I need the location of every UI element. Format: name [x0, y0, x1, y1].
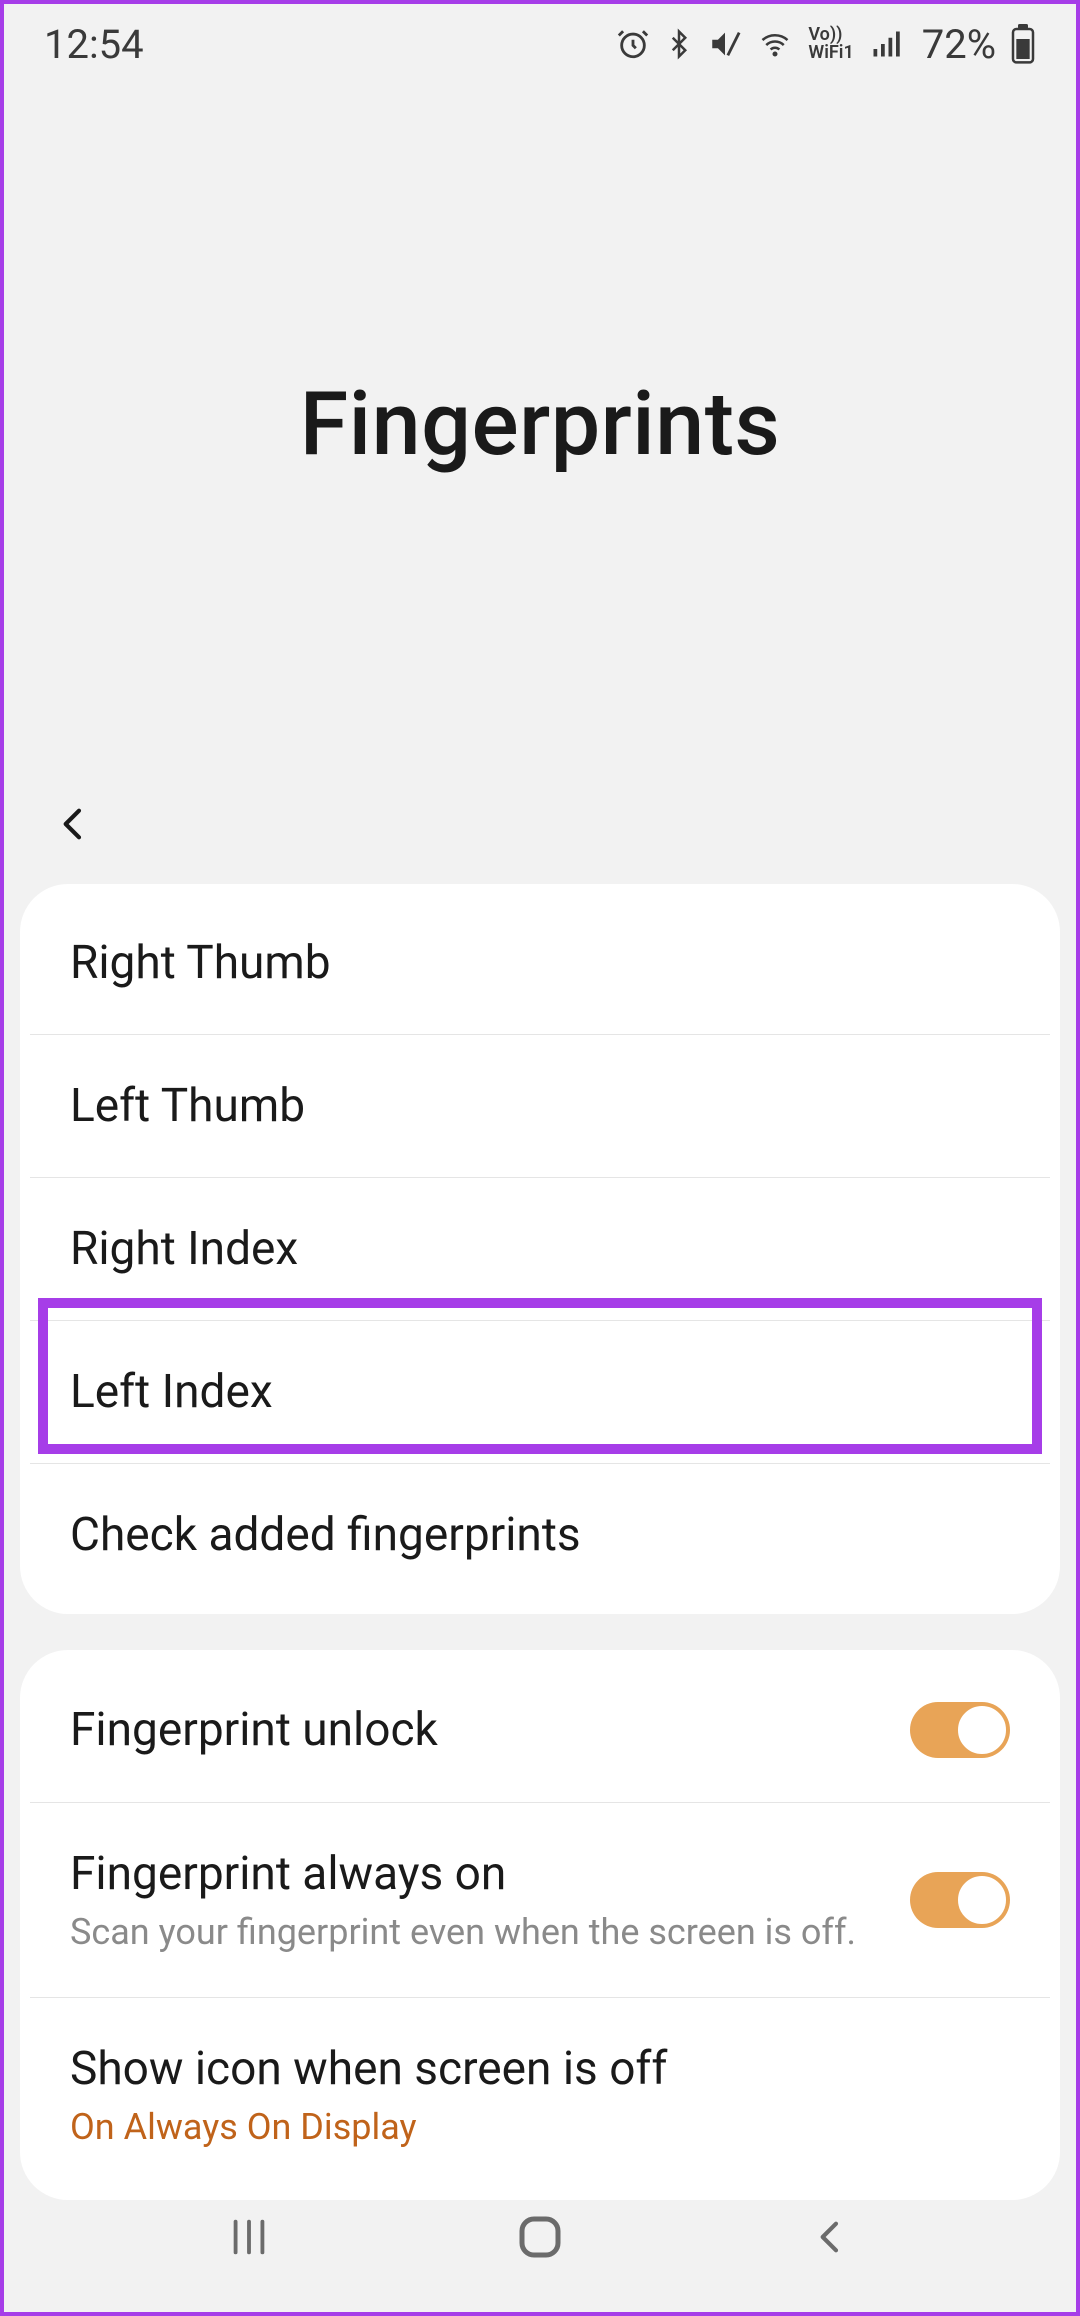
- toggle-always-on[interactable]: [910, 1872, 1010, 1928]
- wifi-icon: [756, 29, 794, 59]
- setting-label: Fingerprint always on: [70, 1847, 856, 1901]
- signal-icon: [868, 29, 904, 59]
- fingerprint-item[interactable]: Left Index: [30, 1320, 1050, 1463]
- home-button[interactable]: [500, 2197, 580, 2277]
- toolbar: [4, 764, 1076, 884]
- fingerprint-item[interactable]: Right Thumb: [20, 884, 1060, 1034]
- fingerprint-label: Left Index: [70, 1365, 273, 1419]
- vowifi-icon: Vo))WiFi1: [808, 26, 853, 62]
- fingerprints-card: Right Thumb Left Thumb Right Index Left …: [20, 884, 1060, 1614]
- back-button[interactable]: [44, 794, 104, 854]
- fingerprint-label: Right Index: [70, 1222, 298, 1276]
- setting-label: Show icon when screen is off: [70, 2042, 667, 2096]
- status-right: Vo))WiFi1 72%: [616, 21, 1036, 68]
- setting-unlock[interactable]: Fingerprint unlock: [20, 1650, 1060, 1802]
- check-fingerprints-label: Check added fingerprints: [70, 1508, 581, 1562]
- recents-icon: [226, 2214, 272, 2260]
- setting-label: Fingerprint unlock: [70, 1703, 438, 1757]
- status-bar: 12:54 Vo))WiFi1 72%: [4, 4, 1076, 84]
- toggle-unlock[interactable]: [910, 1702, 1010, 1758]
- fingerprint-label: Right Thumb: [70, 936, 331, 990]
- setting-value: On Always On Display: [70, 2106, 667, 2148]
- chevron-left-icon: [811, 2215, 851, 2259]
- navigation-bar: [4, 2182, 1076, 2312]
- bluetooth-icon: [664, 27, 694, 61]
- alarm-icon: [616, 27, 650, 61]
- battery-icon: [1010, 24, 1036, 64]
- check-fingerprints[interactable]: Check added fingerprints: [30, 1463, 1050, 1614]
- fingerprint-item[interactable]: Left Thumb: [30, 1034, 1050, 1177]
- status-time: 12:54: [44, 21, 144, 68]
- settings-card: Fingerprint unlock Fingerprint always on…: [20, 1650, 1060, 2200]
- page-title: Fingerprints: [300, 373, 781, 476]
- nav-back-button[interactable]: [791, 2197, 871, 2277]
- fingerprint-label: Left Thumb: [70, 1079, 305, 1133]
- setting-show-icon[interactable]: Show icon when screen is off On Always O…: [30, 1997, 1050, 2200]
- chevron-left-icon: [54, 796, 94, 852]
- mute-icon: [708, 27, 742, 61]
- home-icon: [516, 2213, 564, 2261]
- recents-button[interactable]: [209, 2197, 289, 2277]
- title-area: Fingerprints: [4, 84, 1076, 764]
- battery-percent: 72%: [922, 21, 996, 68]
- setting-always-on[interactable]: Fingerprint always on Scan your fingerpr…: [30, 1802, 1050, 1997]
- setting-sub: Scan your fingerprint even when the scre…: [70, 1911, 856, 1953]
- fingerprint-item[interactable]: Right Index: [30, 1177, 1050, 1320]
